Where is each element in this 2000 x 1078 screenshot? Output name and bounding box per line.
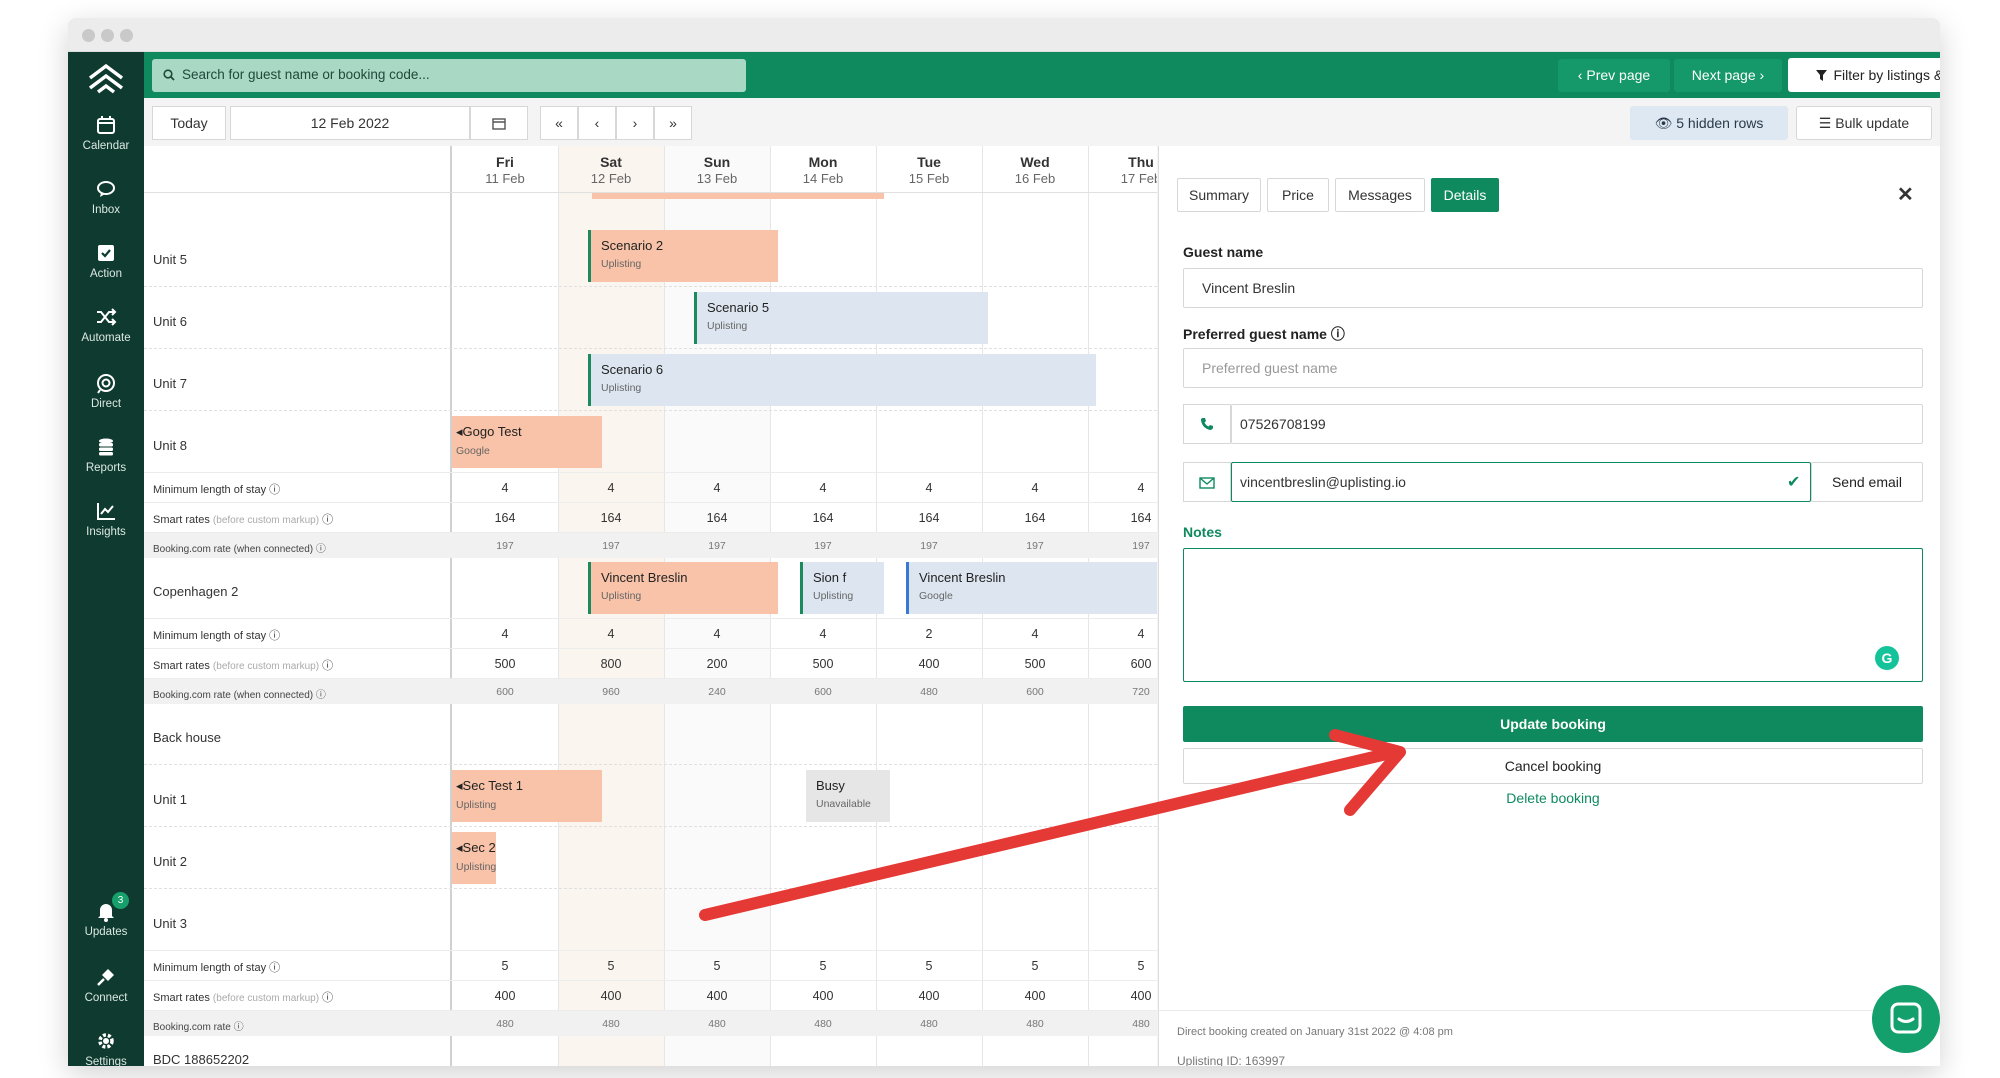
chat-support-button[interactable] <box>1872 985 1940 1053</box>
chat-bubble-icon <box>1890 1002 1922 1034</box>
annotation-arrow <box>699 729 1406 921</box>
